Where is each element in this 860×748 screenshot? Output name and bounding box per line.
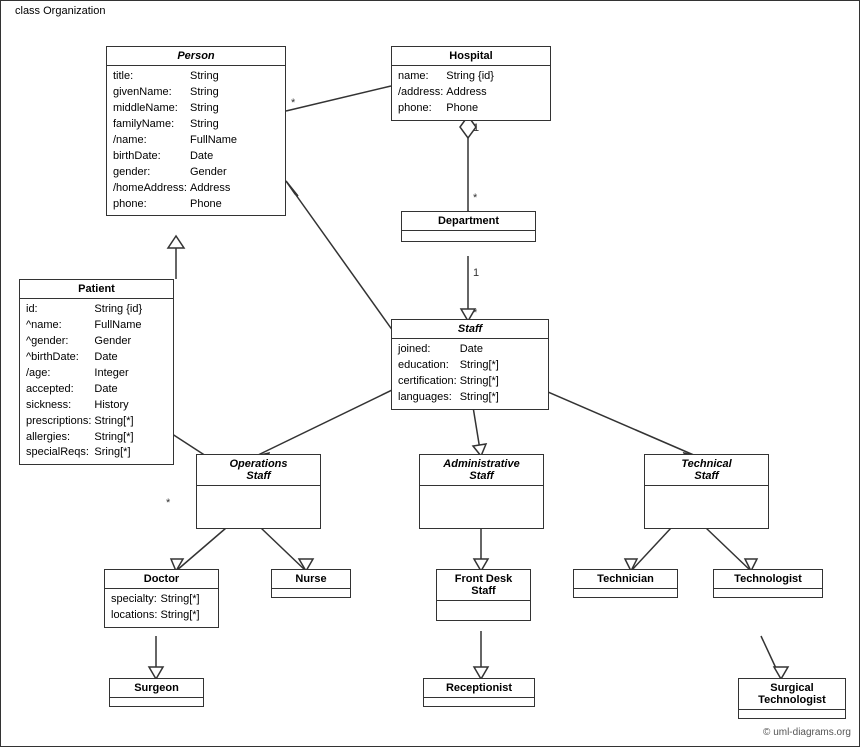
receptionist-body — [424, 698, 534, 706]
surgical-technologist-class: SurgicalTechnologist — [738, 678, 846, 719]
receptionist-class: Receptionist — [423, 678, 535, 707]
hospital-header: Hospital — [392, 47, 550, 66]
staff-header: Staff — [392, 320, 548, 339]
technician-body — [574, 589, 677, 597]
technician-header: Technician — [574, 570, 677, 589]
svg-text:*: * — [166, 497, 171, 509]
diagram-title: class Organization — [11, 5, 110, 17]
hospital-body: name:String {id} /address:Address phone:… — [392, 66, 550, 120]
technician-class: Technician — [573, 569, 678, 598]
surgeon-body — [110, 698, 203, 706]
staff-class: Staff joined:Date education:String[*] ce… — [391, 319, 549, 410]
patient-body: id:String {id} ^name:FullName ^gender:Ge… — [20, 299, 173, 464]
operations-staff-body — [197, 486, 320, 494]
administrative-staff-body — [420, 486, 543, 494]
receptionist-header: Receptionist — [424, 679, 534, 698]
technical-staff-class: TechnicalStaff — [644, 454, 769, 529]
copyright: © uml-diagrams.org — [763, 727, 851, 738]
patient-class: Patient id:String {id} ^name:FullName ^g… — [19, 279, 174, 465]
nurse-body — [272, 589, 350, 597]
surgeon-header: Surgeon — [110, 679, 203, 698]
diagram-container: class Organization * 1 * 1 * — [0, 0, 860, 747]
hospital-class: Hospital name:String {id} /address:Addre… — [391, 46, 551, 121]
nurse-header: Nurse — [272, 570, 350, 589]
front-desk-staff-body — [437, 601, 530, 609]
administrative-staff-header: AdministrativeStaff — [420, 455, 543, 486]
nurse-class: Nurse — [271, 569, 351, 598]
svg-text:*: * — [291, 97, 296, 109]
surgical-technologist-header: SurgicalTechnologist — [739, 679, 845, 710]
front-desk-staff-class: Front DeskStaff — [436, 569, 531, 621]
operations-staff-header: OperationsStaff — [197, 455, 320, 486]
technologist-body — [714, 589, 822, 597]
technical-staff-header: TechnicalStaff — [645, 455, 768, 486]
svg-text:*: * — [473, 192, 478, 204]
technologist-class: Technologist — [713, 569, 823, 598]
svg-text:*: * — [473, 307, 478, 319]
patient-header: Patient — [20, 280, 173, 299]
surgical-technologist-body — [739, 710, 845, 718]
technologist-header: Technologist — [714, 570, 822, 589]
svg-text:1: 1 — [473, 122, 479, 134]
front-desk-staff-header: Front DeskStaff — [437, 570, 530, 601]
person-class: Person title:String givenName:String mid… — [106, 46, 286, 216]
staff-body: joined:Date education:String[*] certific… — [392, 339, 548, 409]
administrative-staff-class: AdministrativeStaff — [419, 454, 544, 529]
technical-staff-body — [645, 486, 768, 494]
doctor-header: Doctor — [105, 570, 218, 589]
doctor-class: Doctor specialty:String[*] locations:Str… — [104, 569, 219, 628]
department-header: Department — [402, 212, 535, 231]
doctor-body: specialty:String[*] locations:String[*] — [105, 589, 218, 627]
surgeon-class: Surgeon — [109, 678, 204, 707]
svg-text:1: 1 — [473, 267, 479, 279]
person-body: title:String givenName:String middleName… — [107, 66, 285, 215]
person-header: Person — [107, 47, 285, 66]
department-body — [402, 231, 535, 241]
operations-staff-class: OperationsStaff — [196, 454, 321, 529]
department-class: Department — [401, 211, 536, 242]
